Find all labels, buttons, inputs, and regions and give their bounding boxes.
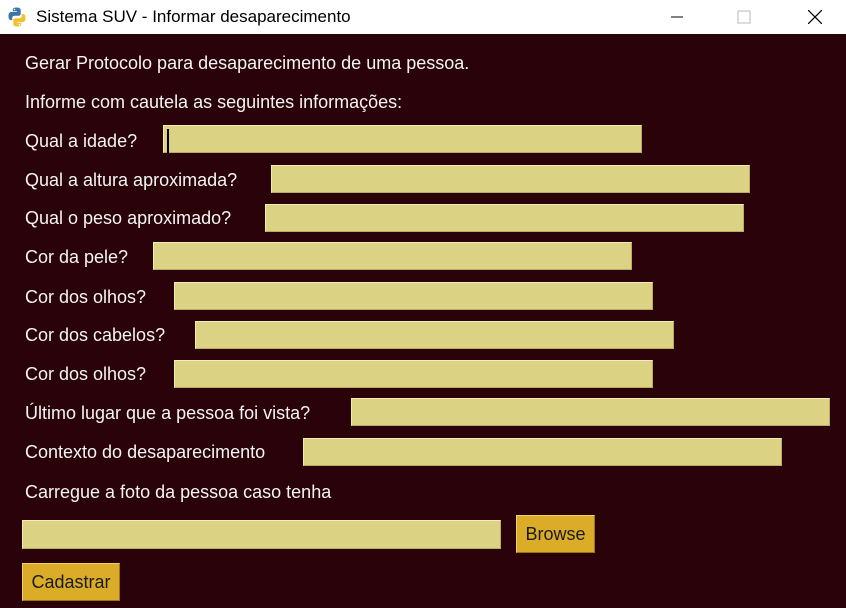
- label-foto: Carregue a foto da pessoa caso tenha: [25, 482, 332, 502]
- label-contexto: Contexto do desaparecimento: [25, 442, 266, 462]
- photo-path-input[interactable]: [22, 520, 501, 549]
- title-bar: Sistema SUV - Informar desaparecimento: [0, 0, 846, 34]
- close-icon: [808, 10, 822, 24]
- ultimo-lugar-input[interactable]: [351, 398, 830, 426]
- altura-input[interactable]: [271, 165, 750, 193]
- cor-cabelos-input[interactable]: [195, 321, 674, 349]
- window-title: Sistema SUV - Informar desaparecimento: [36, 7, 351, 26]
- text-cursor: [167, 129, 169, 153]
- cor-olhos-input[interactable]: [174, 282, 653, 310]
- minimize-button[interactable]: [654, 0, 700, 34]
- label-cor-olhos: Cor dos olhos?: [25, 287, 147, 307]
- cadastrar-button[interactable]: Cadastrar: [22, 563, 120, 601]
- label-peso: Qual o peso aproximado?: [25, 208, 232, 228]
- cor-olhos-2-input[interactable]: [174, 360, 653, 388]
- cor-pele-input[interactable]: [153, 242, 632, 270]
- label-idade: Qual a idade?: [25, 131, 138, 151]
- label-cor-pele: Cor da pele?: [25, 247, 129, 267]
- browse-button[interactable]: Browse: [516, 515, 595, 553]
- python-icon: [8, 7, 26, 27]
- label-altura: Qual a altura aproximada?: [25, 170, 238, 190]
- label-cor-cabelos: Cor dos cabelos?: [25, 325, 166, 345]
- maximize-button[interactable]: [721, 0, 767, 34]
- label-cor-olhos-2: Cor dos olhos?: [25, 364, 147, 384]
- idade-input[interactable]: [163, 125, 642, 153]
- peso-input[interactable]: [265, 204, 744, 232]
- form-instruction: Informe com cautela as seguintes informa…: [25, 92, 403, 112]
- maximize-icon: [737, 10, 751, 24]
- minimize-icon: [671, 16, 683, 18]
- close-button[interactable]: [792, 0, 838, 34]
- label-ultimo-lugar: Último lugar que a pessoa foi vista?: [25, 403, 311, 423]
- form-header: Gerar Protocolo para desaparecimento de …: [25, 53, 470, 73]
- contexto-input[interactable]: [303, 438, 782, 466]
- form-panel: Gerar Protocolo para desaparecimento de …: [0, 34, 846, 608]
